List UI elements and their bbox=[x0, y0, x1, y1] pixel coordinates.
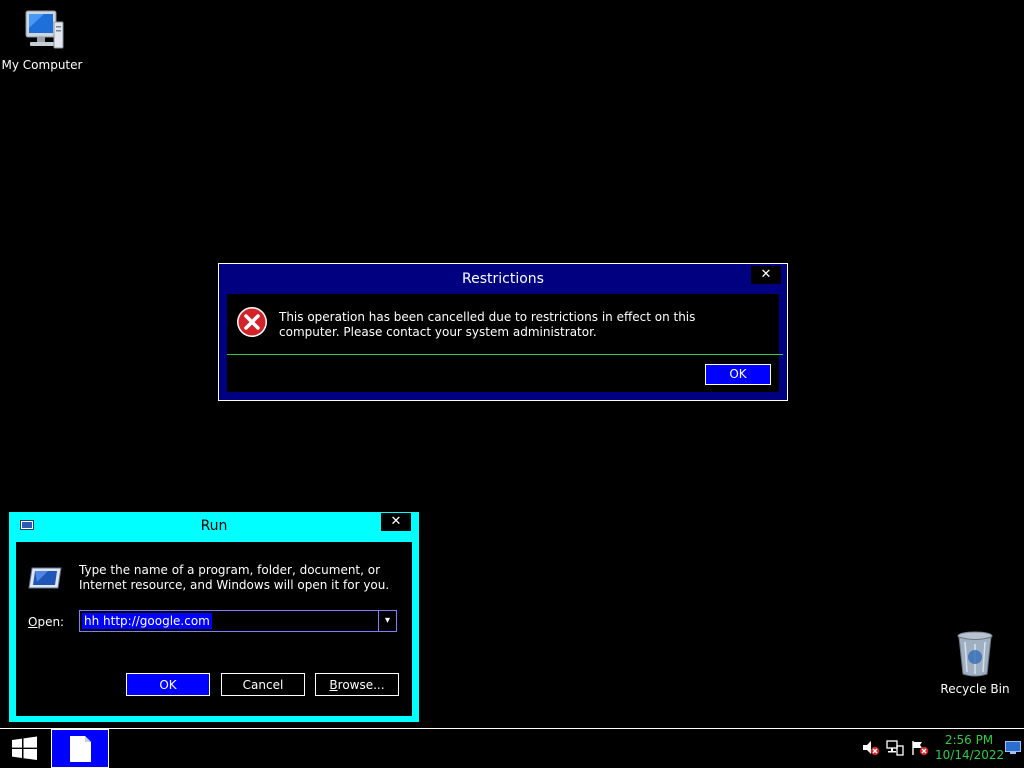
network-icon[interactable] bbox=[886, 740, 904, 756]
run-dialog: Run ✕ Type the name of a program, folder… bbox=[9, 512, 419, 722]
run-titlebar[interactable]: Run ✕ bbox=[9, 512, 419, 540]
desktop: My Computer Recycle Bin Restrictions ✕ T… bbox=[0, 0, 1024, 768]
run-program-icon bbox=[28, 567, 62, 589]
taskbar-run-item[interactable] bbox=[51, 729, 109, 768]
run-ok-button[interactable]: OK bbox=[126, 673, 210, 696]
taskbar-clock[interactable]: 2:56 PM 10/14/2022 bbox=[935, 733, 1005, 763]
restrictions-titlebar[interactable]: Restrictions ✕ bbox=[219, 264, 787, 294]
restrictions-message: This operation has been cancelled due to… bbox=[279, 310, 696, 339]
open-label: Open: bbox=[28, 615, 64, 629]
taskbar: 2:56 PM 10/14/2022 bbox=[0, 728, 1024, 768]
clock-date: 10/14/2022 bbox=[935, 748, 1005, 762]
run-browse-button[interactable]: Browse... bbox=[315, 673, 399, 696]
open-input[interactable]: hh http://google.com bbox=[82, 613, 212, 629]
open-combobox[interactable]: hh http://google.com ▾ bbox=[79, 610, 397, 632]
restrictions-separator bbox=[227, 354, 783, 355]
chevron-down-icon[interactable]: ▾ bbox=[378, 611, 396, 631]
restrictions-body: This operation has been cancelled due to… bbox=[227, 294, 783, 392]
run-description: Type the name of a program, folder, docu… bbox=[79, 563, 390, 592]
recycle-bin-label: Recycle Bin bbox=[940, 682, 1010, 696]
volume-muted-icon[interactable] bbox=[862, 740, 880, 756]
computer-icon bbox=[25, 10, 64, 49]
windows-logo-icon[interactable] bbox=[0, 729, 48, 768]
run-cancel-button[interactable]: Cancel bbox=[221, 673, 305, 696]
my-computer-shortcut[interactable]: My Computer bbox=[0, 8, 84, 72]
my-computer-label: My Computer bbox=[1, 58, 83, 72]
restrictions-ok-button[interactable]: OK bbox=[705, 364, 771, 385]
document-icon bbox=[70, 736, 91, 762]
recycle-bin-icon bbox=[957, 631, 993, 677]
run-title: Run bbox=[200, 518, 228, 534]
browse-label-text: rowse... bbox=[337, 678, 385, 692]
recycle-bin-shortcut[interactable]: Recycle Bin bbox=[933, 630, 1017, 696]
run-body: Type the name of a program, folder, docu… bbox=[16, 542, 412, 716]
run-close-button[interactable]: ✕ bbox=[381, 513, 411, 531]
restrictions-close-button[interactable]: ✕ bbox=[751, 266, 781, 284]
open-label-text: pen: bbox=[37, 615, 65, 629]
action-center-icon[interactable] bbox=[911, 740, 929, 756]
restrictions-title: Restrictions bbox=[462, 271, 544, 287]
clock-time: 2:56 PM bbox=[944, 733, 994, 747]
browse-accelerator: B bbox=[329, 678, 338, 692]
restrictions-dialog: Restrictions ✕ This operation has been c… bbox=[218, 263, 788, 401]
run-title-icon bbox=[20, 520, 34, 530]
error-icon bbox=[237, 307, 267, 337]
show-desktop-icon[interactable] bbox=[1005, 741, 1021, 754]
